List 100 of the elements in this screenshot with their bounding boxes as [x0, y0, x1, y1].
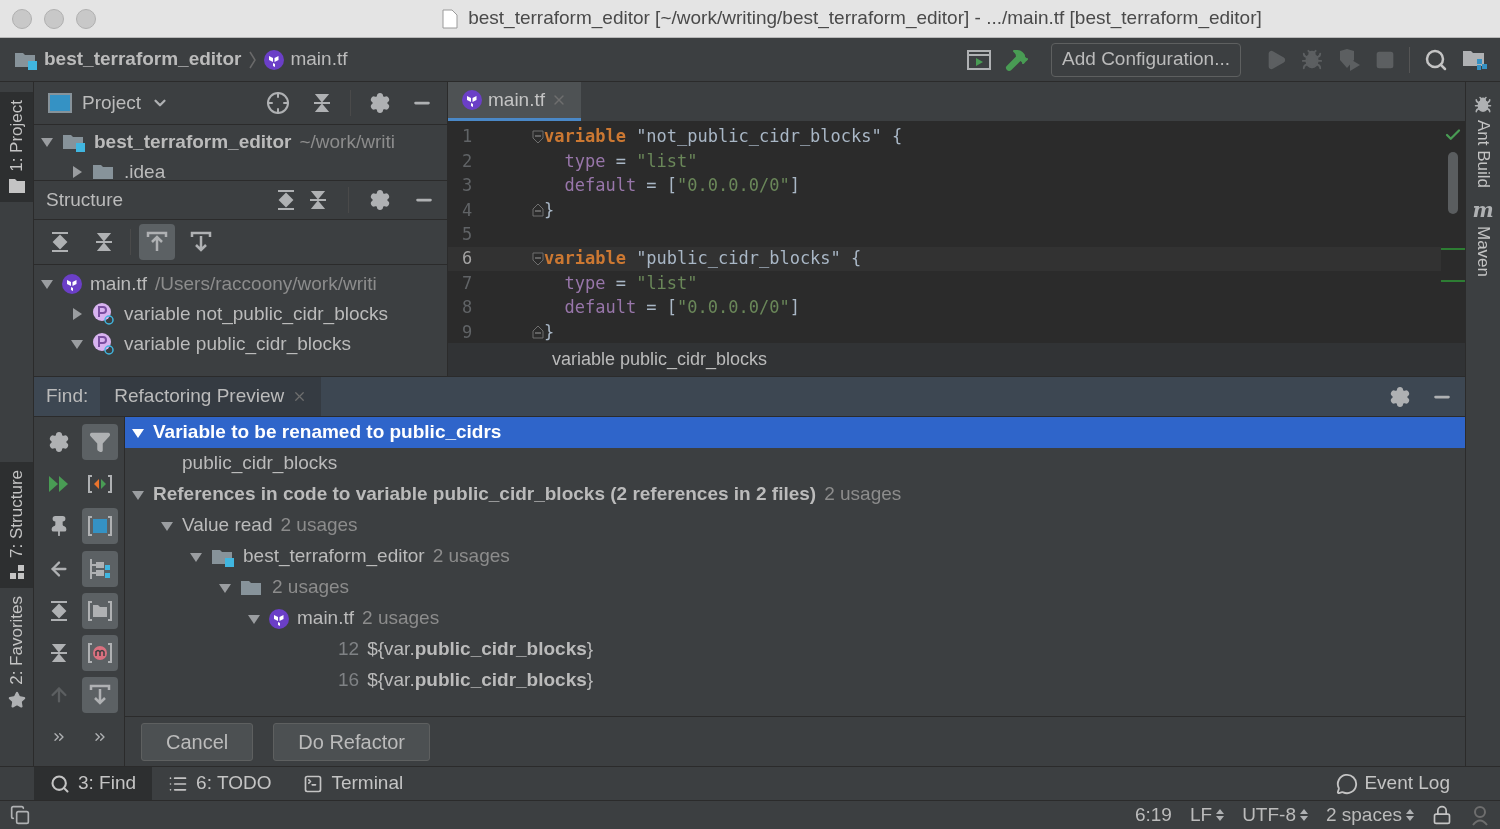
tree-item-label[interactable]: variable not_public_cidr_blocks: [124, 299, 389, 329]
arrow-down-to-line-icon: [190, 231, 212, 253]
status-item[interactable]: UTF-8: [1242, 800, 1308, 829]
terraform-icon: [62, 274, 82, 294]
search-icon: [50, 773, 70, 794]
result-label: Variable to be renamed to public_cidrs: [153, 420, 502, 445]
code-line: default = ["0.0.0.0/0"]: [563, 174, 800, 198]
result-label: References in code to variable public_cidr_blocks (2 references in 2 files): [153, 482, 817, 507]
blocks-icon: [8, 563, 25, 580]
windows-icon[interactable]: [10, 805, 30, 825]
toolbar-button[interactable]: [139, 224, 175, 260]
result-label: Value read: [182, 513, 273, 538]
result-row[interactable]: References in code to variable public_cidr_blocks (2 references in 2 files) 2 usages: [125, 479, 1465, 510]
folder-grid-icon[interactable]: [1462, 48, 1488, 71]
toolbar-button[interactable]: [81, 635, 118, 672]
toolbar-button[interactable]: [81, 424, 118, 461]
triangle-icon[interactable]: [70, 307, 84, 321]
window-title: best_terraform_editor [~/work/writing/best_terraform_editor] - .../main.tf [best_terraform_editor]: [468, 6, 1262, 31]
event-log-button[interactable]: Event Log: [1336, 769, 1450, 798]
up-down-caret-icon: [1406, 808, 1414, 822]
tree-item-label[interactable]: variable public_cidr_blocks: [124, 329, 352, 359]
result-label: public_cidr_blocks: [182, 451, 338, 476]
result-row[interactable]: main.tf 2 usages: [125, 603, 1465, 634]
result-row[interactable]: public_cidr_blocks: [125, 448, 1465, 479]
settings-icon[interactable]: [369, 189, 391, 211]
hammer-icon[interactable]: [1005, 47, 1030, 72]
breadcrumb-item[interactable]: best_terraform_editor: [44, 45, 242, 74]
bracket-circle-icon: [86, 642, 113, 665]
usage-count: 2 usages: [432, 544, 510, 569]
usage-count: 2 usages: [824, 482, 902, 507]
fold-icon[interactable]: [532, 325, 544, 340]
scrollbar-thumb[interactable]: [1448, 152, 1458, 214]
line-number: 12: [338, 637, 360, 662]
result-row[interactable]: 12 ${var.public_cidr_blocks}: [125, 634, 1465, 665]
code-line: type = "list": [563, 271, 698, 295]
tool-window-tab[interactable]: 1: Project: [0, 92, 33, 202]
fold-icon[interactable]: [532, 203, 544, 218]
window-icon: [48, 93, 72, 113]
triangle-icon[interactable]: [40, 135, 54, 149]
toolbar-button[interactable]: [81, 677, 118, 714]
result-row[interactable]: Value read 2 usages: [125, 510, 1465, 541]
up-down-caret-icon: [1299, 808, 1308, 822]
result-label: ${var.public_cidr_blocks}: [367, 637, 594, 662]
line-number: 1: [461, 125, 474, 149]
add-configuration-button[interactable]: Add Configuration...: [1051, 42, 1241, 77]
tool-window-tab[interactable]: 2: Favorites: [0, 587, 33, 717]
tool-window-tab[interactable]: 7: Structure: [0, 461, 33, 588]
tool-window-button[interactable]: Terminal: [287, 767, 420, 800]
tool-window-button[interactable]: 6: TODO: [152, 767, 288, 800]
speech-bubble-icon: [1336, 772, 1359, 795]
panel-title: Structure: [46, 187, 124, 212]
run-window-icon[interactable]: [967, 49, 992, 70]
triangle-icon[interactable]: [70, 337, 84, 351]
status-item[interactable]: LF: [1189, 800, 1225, 829]
settings-icon[interactable]: [369, 92, 391, 114]
line-number: 6: [461, 247, 474, 271]
tree-item-label[interactable]: .idea: [124, 157, 166, 180]
code-line: }: [544, 320, 555, 344]
toolbar-button[interactable]: [81, 508, 118, 545]
code-line: variable "public_cidr_blocks" {: [544, 247, 862, 271]
status-item[interactable]: 6:19: [1134, 800, 1172, 829]
dialog-button[interactable]: Cancel: [141, 722, 254, 761]
fold-icon[interactable]: [532, 252, 544, 267]
tool-window-tab[interactable]: m Maven: [1470, 200, 1496, 278]
tool-window-tab[interactable]: Ant Build: [1470, 96, 1496, 189]
lock-icon[interactable]: [1432, 805, 1452, 825]
triangle-icon[interactable]: [40, 277, 54, 291]
search-icon[interactable]: [1424, 47, 1448, 72]
breadcrumb-item[interactable]: main.tf: [290, 45, 348, 74]
triangle-icon[interactable]: [70, 165, 84, 179]
property-icon: [92, 332, 116, 356]
tool-window-button[interactable]: 3: Find: [34, 767, 153, 800]
fold-icon[interactable]: [532, 130, 544, 145]
code-line: }: [544, 198, 555, 222]
folder-icon: [62, 132, 86, 152]
crosshair-icon[interactable]: [266, 91, 290, 115]
settings-icon[interactable]: [1389, 385, 1411, 408]
editor-tab[interactable]: main.tf: [448, 82, 582, 121]
dialog-button[interactable]: Do Refactor: [273, 722, 430, 761]
terraform-icon: [462, 90, 482, 110]
result-row[interactable]: Variable to be renamed to public_cidrs: [125, 417, 1465, 448]
tree-item-label[interactable]: best_terraform_editor: [94, 127, 292, 157]
up-down-caret-icon: [1216, 808, 1225, 822]
result-label: best_terraform_editor: [243, 544, 425, 569]
tree-item-label[interactable]: main.tf: [90, 269, 148, 299]
document-icon: [442, 8, 459, 29]
result-row[interactable]: 16 ${var.public_cidr_blocks}: [125, 665, 1465, 696]
toolbar-button[interactable]: [81, 592, 118, 629]
folder-icon: [92, 162, 116, 180]
terraform-icon: [264, 49, 285, 70]
code-breadcrumb[interactable]: variable public_cidr_blocks: [552, 346, 768, 373]
result-row[interactable]: 2 usages: [125, 572, 1465, 603]
expand-all-icon: [276, 189, 296, 211]
toolbar-button[interactable]: [81, 550, 118, 587]
result-row[interactable]: best_terraform_editor 2 usages: [125, 541, 1465, 572]
maven-icon: m: [1472, 200, 1494, 221]
result-label: main.tf: [297, 606, 355, 631]
status-item[interactable]: 2 spaces: [1325, 800, 1414, 829]
panel-title[interactable]: Project: [82, 88, 142, 118]
panel-tab[interactable]: Refactoring Preview: [100, 377, 322, 416]
